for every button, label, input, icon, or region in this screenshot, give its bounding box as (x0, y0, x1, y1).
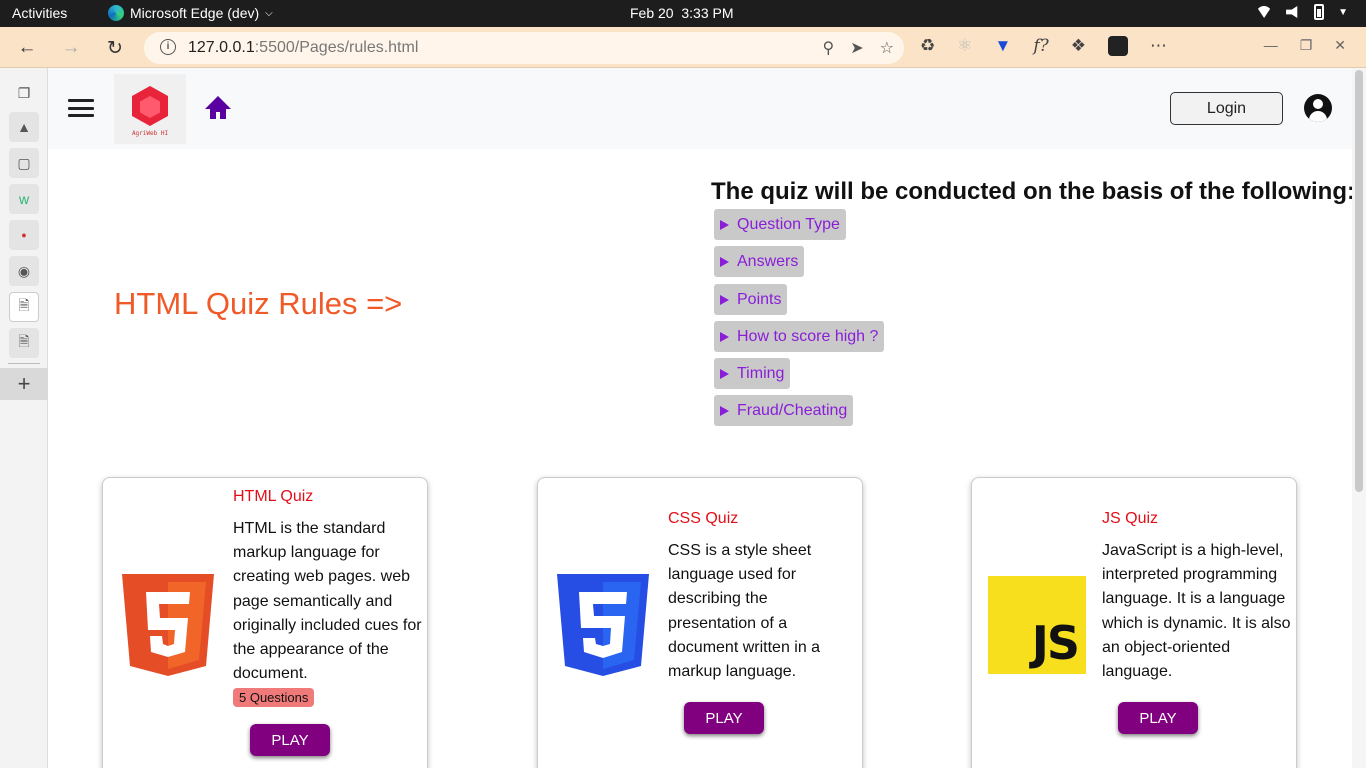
rule-points[interactable]: Points (714, 284, 788, 315)
home-icon[interactable] (205, 96, 231, 120)
quiz-card-css: CSS Quiz CSS is a style sheet language u… (537, 477, 863, 768)
scrollbar-thumb[interactable] (1355, 70, 1363, 492)
sidebar-divider (8, 363, 40, 364)
play-button-html[interactable]: PLAY (250, 724, 330, 756)
page-viewport: AgriWeb HI Login HTML Quiz Rules => The … (48, 68, 1352, 768)
address-bar[interactable]: i 127.0.0.1:5500/Pages/rules.html ⚲ ➤ ☆ (144, 32, 904, 64)
tab-page-icon[interactable]: 🗎 (9, 328, 39, 358)
profile-extension-icon[interactable] (1107, 36, 1128, 56)
css3-logo-icon (557, 574, 649, 676)
send-icon[interactable]: ➤ (850, 38, 863, 58)
info-icon[interactable]: i (160, 39, 176, 55)
app-name: Microsoft Edge (dev) (130, 5, 260, 21)
disclosure-triangle-icon (720, 219, 729, 230)
back-icon[interactable]: ← (14, 35, 40, 61)
tab-favicon[interactable]: ▢ (9, 148, 39, 178)
recycle-extension-icon[interactable]: ♻ (920, 36, 935, 56)
rule-label: Fraud/Cheating (737, 401, 848, 419)
logo-text: AgriWeb HI (131, 130, 169, 137)
zoom-icon[interactable]: ⚲ (823, 38, 835, 58)
tab-actions-icon[interactable]: ❐ (9, 78, 39, 108)
refresh-icon[interactable]: ↻ (102, 35, 128, 61)
card-description: JavaScript is a high-level, interpreted … (1102, 542, 1291, 681)
chevron-down-icon: ⌵ (265, 7, 273, 19)
favorite-star-icon[interactable]: ☆ (880, 38, 894, 58)
more-menu-icon[interactable]: ⋯ (1150, 36, 1167, 56)
os-top-bar: Activities Microsoft Edge (dev) ⌵ Feb 20… (0, 0, 1366, 27)
window-controls: — ❐ ✕ (1264, 37, 1346, 54)
disclosure-triangle-icon (720, 405, 729, 416)
quiz-card-js: JS JS Quiz JavaScript is a high-level, i… (971, 477, 1297, 768)
url-text[interactable]: 127.0.0.1:5500/Pages/rules.html (188, 39, 418, 57)
js-logo-text: JS (1031, 616, 1080, 670)
rule-fraud-cheating[interactable]: Fraud/Cheating (714, 395, 854, 426)
url-host: 127.0.0.1 (188, 39, 255, 56)
github-icon[interactable]: ◉ (9, 256, 39, 286)
card-description: CSS is a style sheet language used for d… (668, 542, 821, 681)
clock-date: Feb 20 (630, 5, 674, 21)
play-button-js[interactable]: PLAY (1118, 702, 1198, 734)
tab-favicon[interactable]: ● (9, 220, 39, 250)
card-title: CSS Quiz (668, 510, 739, 527)
new-tab-plus-icon[interactable]: + (0, 368, 48, 400)
site-header: AgriWeb HI Login (48, 68, 1352, 149)
wifi-icon (1256, 6, 1273, 18)
tab-favicon[interactable]: w (9, 184, 39, 214)
edge-icon (108, 5, 124, 21)
clock-time: 3:33 PM (681, 5, 734, 21)
disclosure-triangle-icon (720, 331, 729, 342)
quiz-card-html: HTML Quiz HTML is the standard markup la… (102, 477, 428, 768)
app-menu[interactable]: Microsoft Edge (dev) ⌵ (108, 5, 273, 21)
volume-icon (1286, 6, 1298, 18)
disclosure-triangle-icon (720, 294, 729, 305)
activities-button[interactable]: Activities (12, 5, 67, 21)
card-description: HTML is the standard markup language for… (233, 520, 422, 683)
system-tray[interactable]: ▼ (1256, 4, 1348, 20)
rule-how-to-score-high[interactable]: How to score high ? (714, 321, 885, 352)
rule-question-type[interactable]: Question Type (714, 209, 846, 240)
login-button[interactable]: Login (1170, 92, 1283, 125)
maximize-icon[interactable]: ❐ (1300, 37, 1313, 54)
forward-icon[interactable]: → (58, 35, 84, 61)
vertical-tabs-sidebar: ❐ ▲ ▢ w ● ◉ 🗎 🗎 + (0, 68, 48, 768)
hamburger-menu-icon[interactable] (68, 99, 94, 117)
page-title: HTML Quiz Rules => (114, 286, 403, 321)
rule-label: Points (737, 290, 782, 308)
url-path: :5500/Pages/rules.html (254, 39, 419, 56)
rule-answers[interactable]: Answers (714, 246, 805, 277)
clock[interactable]: Feb 20 3:33 PM (630, 5, 734, 21)
javascript-logo-icon: JS (988, 576, 1086, 674)
battery-icon (1314, 4, 1325, 20)
questions-count-badge: 5 Questions (233, 688, 315, 707)
minimize-icon[interactable]: — (1264, 37, 1278, 54)
rules-heading: The quiz will be conducted on the basis … (711, 178, 1352, 205)
rule-label: How to score high ? (737, 327, 879, 345)
rule-timing[interactable]: Timing (714, 358, 791, 389)
rule-label: Timing (737, 364, 785, 382)
rule-label: Answers (737, 252, 799, 270)
browser-toolbar: ← → ↻ i 127.0.0.1:5500/Pages/rules.html … (0, 27, 1366, 68)
disclosure-triangle-icon (720, 256, 729, 267)
close-icon[interactable]: ✕ (1334, 37, 1346, 54)
rule-label: Question Type (737, 215, 840, 233)
card-title: JS Quiz (1102, 510, 1159, 527)
tab-current-page-icon[interactable]: 🗎 (9, 292, 39, 322)
vue-extension-icon[interactable]: ▼ (995, 36, 1012, 56)
f-extension-icon[interactable]: f? (1033, 36, 1048, 56)
play-button-css[interactable]: PLAY (684, 702, 764, 734)
chevron-down-icon: ▼ (1338, 6, 1348, 18)
tab-favicon[interactable]: ▲ (9, 112, 39, 142)
extensions-bar: ♻ ⚛ ▼ f? ❖ ⋯ (920, 36, 1167, 56)
user-account-icon[interactable] (1304, 94, 1332, 122)
disclosure-triangle-icon (720, 368, 729, 379)
react-extension-icon[interactable]: ⚛ (957, 36, 972, 56)
card-title: HTML Quiz (233, 488, 314, 505)
html5-logo-icon (122, 574, 214, 676)
puzzle-extensions-icon[interactable]: ❖ (1071, 36, 1086, 56)
site-logo[interactable]: AgriWeb HI (114, 74, 186, 144)
page-scrollbar[interactable] (1352, 68, 1366, 768)
